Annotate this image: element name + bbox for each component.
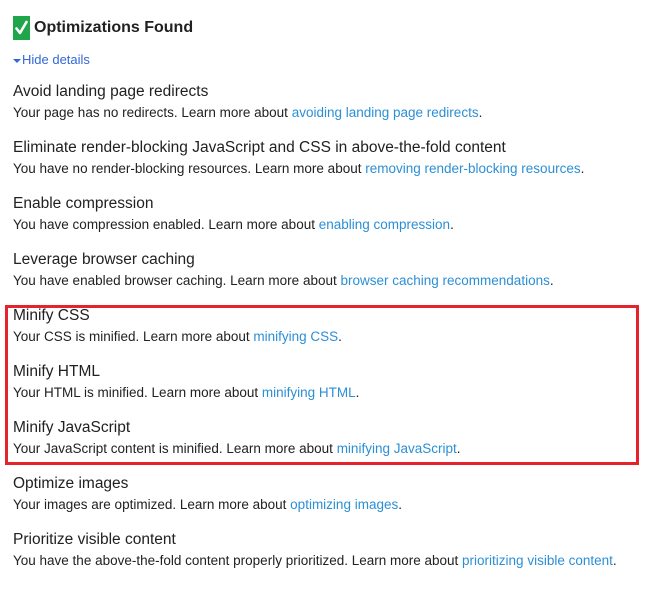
hide-details-label: Hide details <box>22 52 90 67</box>
rule-description-suffix: . <box>450 217 454 232</box>
rule-description-text: Your page has no redirects. Learn more a… <box>13 105 292 120</box>
rule-description-text: You have compression enabled. Learn more… <box>13 217 319 232</box>
rule-description-suffix: . <box>398 497 402 512</box>
rule-description: You have the above-the-fold content prop… <box>13 552 643 570</box>
rule-title: Leverage browser caching <box>13 251 195 268</box>
rule-description-text: You have enabled browser caching. Learn … <box>13 273 341 288</box>
rule-title: Avoid landing page redirects <box>13 83 209 100</box>
rule-description: You have compression enabled. Learn more… <box>13 216 643 234</box>
rule-title: Prioritize visible content <box>13 531 176 548</box>
rule-description-suffix: . <box>580 161 585 176</box>
rule-description: You have no render-blocking resources. L… <box>13 160 643 178</box>
rule-description-suffix: . <box>478 105 483 120</box>
rule-item: Eliminate render-blocking JavaScript and… <box>13 138 643 178</box>
checkmark-icon <box>13 16 30 40</box>
learn-more-link[interactable]: enabling compression <box>319 217 450 232</box>
rule-description-suffix: . <box>612 553 617 568</box>
rule-description-text: Your images are optimized. Learn more ab… <box>13 497 291 512</box>
rule-description: Your page has no redirects. Learn more a… <box>13 104 643 122</box>
rule-description-text: You have the above-the-fold content prop… <box>13 553 463 568</box>
rule-item: Prioritize visible content You have the … <box>13 530 643 570</box>
rule-item: Optimize images Your images are optimize… <box>13 474 643 514</box>
rule-description: Your images are optimized. Learn more ab… <box>13 496 643 514</box>
learn-more-link[interactable]: avoiding landing page redirects <box>292 105 479 120</box>
rule-description-text: You have no render-blocking resources. L… <box>13 161 366 176</box>
rule-description: You have enabled browser caching. Learn … <box>13 272 643 290</box>
learn-more-link[interactable]: optimizing images <box>290 497 398 512</box>
optimizations-header: Optimizations Found <box>13 16 193 40</box>
caret-down-icon <box>13 58 21 63</box>
rule-item: Enable compression You have compression … <box>13 194 643 234</box>
learn-more-link[interactable]: browser caching recommendations <box>340 273 549 288</box>
rule-title: Eliminate render-blocking JavaScript and… <box>13 139 506 156</box>
highlight-box <box>5 305 639 465</box>
hide-details-link[interactable]: Hide details <box>13 52 90 67</box>
rule-item: Leverage browser caching You have enable… <box>13 250 643 290</box>
section-title: Optimizations Found <box>34 19 194 36</box>
learn-more-link[interactable]: prioritizing visible content <box>462 553 613 568</box>
rule-item: Avoid landing page redirects Your page h… <box>13 82 643 122</box>
rule-description-suffix: . <box>549 273 554 288</box>
rule-title: Optimize images <box>13 475 129 492</box>
learn-more-link[interactable]: removing render-blocking resources <box>365 161 580 176</box>
rule-title: Enable compression <box>13 195 154 212</box>
